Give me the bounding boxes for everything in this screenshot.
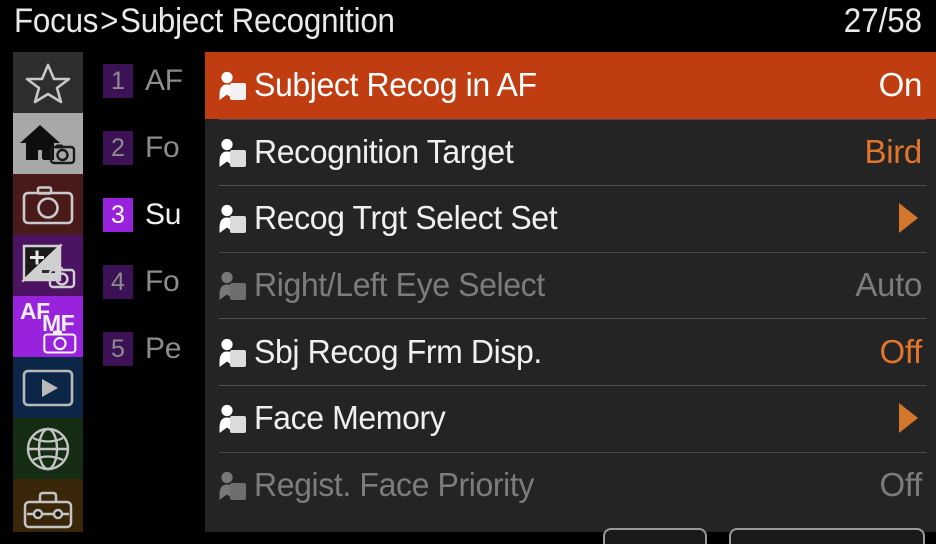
subject-recognition-icon <box>216 469 250 503</box>
row-divider <box>219 318 926 320</box>
menu-row-label: Recog Trgt Select Set <box>254 199 558 237</box>
page-tab-label: Fo <box>145 131 180 164</box>
sidebar-tab-network[interactable] <box>13 418 83 479</box>
breadcrumb-parent[interactable]: Focus <box>14 2 98 40</box>
menu-row-label: Recognition Target <box>254 132 514 170</box>
row-divider <box>219 451 926 453</box>
menu-row[interactable]: Subject Recog in AF On <box>205 52 936 119</box>
sidebar-tab-playback[interactable] <box>13 357 83 418</box>
camera-menu-screen: Focus>Subject Recognition 27/58 AF MF 1 … <box>0 0 936 544</box>
menu-row[interactable]: Face Memory <box>205 384 936 452</box>
page-tab-label: Su <box>145 198 182 231</box>
page-tab-number: 3 <box>103 198 133 232</box>
bottom-button-right[interactable] <box>729 528 925 544</box>
camera-small-icon <box>43 329 77 354</box>
row-divider <box>219 384 926 386</box>
page-tab-2[interactable]: 2 Fo <box>103 129 180 167</box>
star-icon <box>25 61 71 105</box>
menu-row-value: Auto <box>855 266 922 304</box>
af-mf-camera-icon: AF MF <box>13 296 83 357</box>
sidebar-tab-my-menu[interactable] <box>13 52 83 113</box>
page-tab-label: Pe <box>145 332 182 365</box>
page-tab-label: AF <box>145 64 183 97</box>
menu-row-label: Regist. Face Priority <box>254 465 535 503</box>
bottom-button-left[interactable] <box>603 528 707 544</box>
submenu-arrow-icon[interactable] <box>899 203 918 234</box>
menu-row-label: Sbj Recog Frm Disp. <box>254 332 542 370</box>
subject-recognition-icon <box>216 136 250 170</box>
menu-row-label: Face Memory <box>254 399 446 437</box>
menu-row[interactable]: Recognition Target Bird <box>205 118 936 186</box>
sidebar-tab-setup[interactable] <box>13 479 83 540</box>
page-tab-4[interactable]: 4 Fo <box>103 263 180 301</box>
menu-row-label: Subject Recog in AF <box>254 66 537 104</box>
menu-row[interactable]: Sbj Recog Frm Disp. Off <box>205 318 936 385</box>
globe-icon <box>25 426 71 472</box>
subject-recognition-icon <box>216 402 250 436</box>
settings-panel: Subject Recog in AF On Recognition Targe… <box>205 52 936 532</box>
menu-row-value: Off <box>879 465 922 503</box>
menu-row-label: Right/Left Eye Select <box>254 266 545 304</box>
toolbox-icon <box>23 490 73 530</box>
row-divider <box>219 251 926 253</box>
sidebar-tab-focus[interactable]: AF MF <box>13 296 83 357</box>
sidebar-tab-shooting[interactable] <box>13 174 83 235</box>
page-tab-number: 1 <box>103 64 133 98</box>
sidebar-tab-main-menu[interactable] <box>13 113 83 174</box>
page-tab-number: 4 <box>103 265 133 299</box>
bottom-bar <box>0 528 936 544</box>
breadcrumb: Focus>Subject Recognition <box>14 2 395 41</box>
home-camera-icon <box>20 121 76 167</box>
menu-row: Regist. Face Priority Off <box>205 451 936 519</box>
subject-recognition-icon <box>216 202 250 236</box>
tab-rail: AF MF <box>13 52 83 540</box>
breadcrumb-current: Subject Recognition <box>120 2 395 40</box>
playback-icon <box>22 369 74 407</box>
page-tab-5[interactable]: 5 Pe <box>103 330 181 368</box>
camera-icon <box>22 185 74 225</box>
header-bar: Focus>Subject Recognition 27/58 <box>0 0 936 49</box>
menu-row-value[interactable]: Bird <box>865 133 923 171</box>
row-divider <box>219 185 926 187</box>
page-tab-1[interactable]: 1 AF <box>103 62 183 100</box>
breadcrumb-separator-icon: > <box>100 2 119 40</box>
subject-recognition-icon <box>216 336 250 370</box>
page-counter: 27/58 <box>843 2 922 40</box>
row-divider <box>219 118 926 120</box>
subject-recognition-icon <box>216 69 250 103</box>
menu-row[interactable]: Recog Trgt Select Set <box>205 185 936 252</box>
page-tab-number: 2 <box>103 131 133 165</box>
page-tab-number: 5 <box>103 332 133 366</box>
page-tab-label: Fo <box>145 265 180 298</box>
page-tab-3[interactable]: 3 Su <box>103 196 181 234</box>
menu-row-value[interactable]: On <box>879 66 923 104</box>
sidebar-tab-exposure[interactable] <box>13 235 83 296</box>
exposure-camera-icon <box>20 242 76 290</box>
page-tab-column: 1 AF 2 Fo 3 Su 4 Fo 5 Pe <box>103 52 207 540</box>
menu-row: Right/Left Eye Select Auto <box>205 251 936 319</box>
menu-row-value[interactable]: Off <box>879 333 922 371</box>
submenu-arrow-icon[interactable] <box>899 403 918 434</box>
subject-recognition-icon <box>216 269 250 303</box>
